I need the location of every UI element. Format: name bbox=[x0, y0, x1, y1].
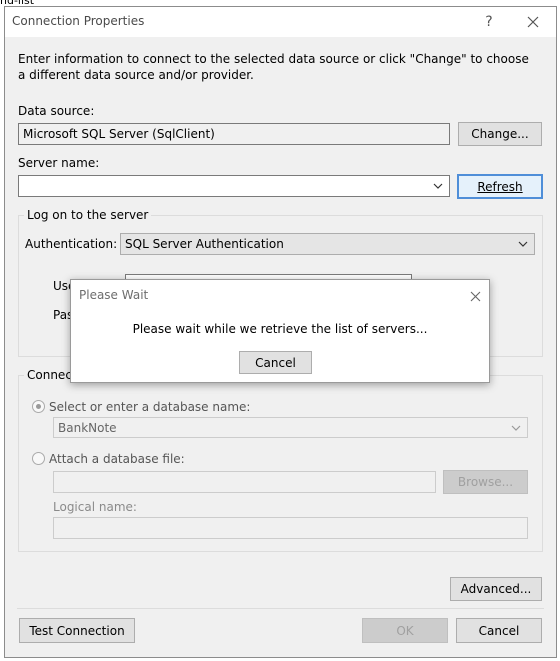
cancel-button[interactable]: Cancel bbox=[456, 618, 542, 643]
help-button[interactable]: ? bbox=[469, 7, 509, 37]
footer-separator bbox=[17, 608, 544, 609]
title-bar: Connection Properties ? bbox=[5, 7, 556, 37]
close-button[interactable] bbox=[513, 7, 553, 37]
close-icon bbox=[527, 16, 539, 28]
logical-name-field[interactable] bbox=[53, 517, 528, 539]
description-text: Enter information to connect to the sele… bbox=[18, 52, 529, 82]
select-db-label: Select or enter a database name: bbox=[49, 400, 251, 414]
please-wait-cancel-button[interactable]: Cancel bbox=[239, 351, 312, 374]
server-name-label: Server name: bbox=[18, 156, 100, 170]
logical-name-label: Logical name: bbox=[53, 500, 137, 514]
chevron-down-icon bbox=[511, 425, 521, 431]
please-wait-title: Please Wait bbox=[79, 288, 149, 302]
attach-file-radio[interactable] bbox=[32, 452, 45, 465]
attach-file-field[interactable] bbox=[53, 471, 436, 493]
attach-file-label: Attach a database file: bbox=[49, 452, 185, 466]
select-db-radio[interactable] bbox=[32, 400, 45, 413]
refresh-label: Refresh bbox=[477, 179, 523, 194]
please-wait-message: Please wait while we retrieve the list o… bbox=[132, 322, 428, 336]
database-name-value: BankNote bbox=[58, 421, 117, 435]
change-button[interactable]: Change... bbox=[458, 122, 542, 146]
data-source-label: Data source: bbox=[18, 104, 95, 118]
authentication-dropdown[interactable]: SQL Server Authentication bbox=[120, 233, 535, 255]
window-title: Connection Properties bbox=[12, 14, 145, 28]
database-name-combobox[interactable]: BankNote bbox=[53, 417, 528, 438]
please-wait-dialog: Please Wait Please wait while we retriev… bbox=[70, 279, 490, 383]
authentication-label: Authentication: bbox=[25, 237, 118, 251]
please-wait-close-button[interactable] bbox=[465, 286, 485, 306]
browse-button[interactable]: Browse... bbox=[443, 470, 528, 494]
advanced-button[interactable]: Advanced... bbox=[450, 577, 542, 601]
chevron-down-icon bbox=[518, 241, 528, 247]
test-connection-button[interactable]: Test Connection bbox=[19, 618, 135, 643]
logon-group-title: Log on to the server bbox=[24, 208, 152, 222]
authentication-value: SQL Server Authentication bbox=[125, 237, 284, 251]
refresh-button[interactable]: Refresh bbox=[457, 174, 543, 199]
radio-dot bbox=[36, 404, 41, 409]
close-icon bbox=[470, 291, 480, 301]
chevron-down-icon[interactable] bbox=[433, 181, 443, 191]
data-source-field: Microsoft SQL Server (SqlClient) bbox=[18, 123, 450, 145]
ok-button[interactable]: OK bbox=[362, 618, 448, 643]
server-name-combobox[interactable] bbox=[18, 175, 450, 197]
